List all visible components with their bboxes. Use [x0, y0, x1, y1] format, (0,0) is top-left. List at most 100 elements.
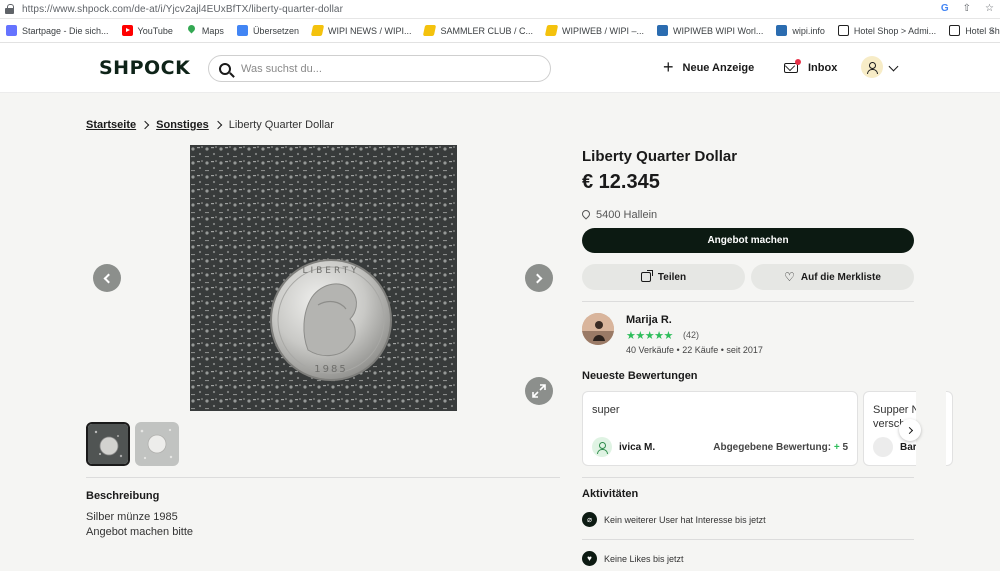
maps-icon: [186, 25, 197, 36]
bookmark-startpage[interactable]: Startpage - Die sich...: [6, 25, 109, 36]
wipi-icon: [310, 25, 325, 36]
reviews-title: Neueste Bewertungen: [582, 370, 698, 382]
chevron-left-icon: [103, 273, 114, 283]
review-text: super: [592, 404, 620, 416]
thumbnail-1[interactable]: [86, 422, 130, 466]
share-button[interactable]: Teilen: [582, 264, 745, 290]
search-bar[interactable]: [208, 55, 551, 82]
divider: [582, 539, 914, 540]
chevron-right-icon: [140, 120, 150, 130]
mail-icon: [784, 59, 801, 73]
browser-toolbar-icons: G ⇧ ☆: [941, 3, 994, 14]
check-icon: [949, 25, 961, 36]
description-line: Silber münze 1985: [86, 511, 178, 523]
bookmarks-more-icon[interactable]: »: [989, 25, 994, 35]
listing-location: 5400 Hallein: [580, 208, 657, 221]
breadcrumb-current: Liberty Quarter Dollar: [228, 119, 334, 131]
watchlist-button[interactable]: ♡ Auf die Merkliste: [751, 264, 914, 290]
tag-icon: ⌀: [582, 512, 597, 527]
thumbnail-image: [135, 422, 179, 466]
wipi-icon: [657, 25, 669, 36]
thumbnail-image: [88, 424, 128, 464]
heart-icon: ♡: [784, 270, 795, 284]
youtube-icon: [121, 25, 133, 36]
bookmark-hotel-shop-admin[interactable]: Hotel Shop > Admi...: [837, 25, 936, 36]
chevron-right-icon: [532, 273, 543, 283]
bookmark-maps[interactable]: Maps: [186, 25, 224, 36]
bookmark-wipiweb-world[interactable]: WIPIWEB WIPI Worl...: [657, 25, 763, 36]
breadcrumb: Startseite Sonstiges Liberty Quarter Dol…: [86, 119, 334, 131]
new-listing-button[interactable]: + Neue Anzeige: [663, 43, 754, 93]
breadcrumb-home[interactable]: Startseite: [86, 119, 136, 131]
listing-price: € 12.345: [582, 171, 660, 193]
seller-photo: [582, 313, 614, 345]
share-page-icon[interactable]: ⇧: [963, 3, 971, 14]
google-icon[interactable]: G: [941, 3, 949, 14]
wipi-icon: [423, 25, 437, 36]
coin-photo: LIBERTY 1985: [190, 145, 457, 411]
breadcrumb-category[interactable]: Sonstiges: [156, 119, 209, 131]
thumbnail-2[interactable]: [135, 422, 179, 466]
seller-review-count: (42): [683, 330, 700, 340]
heart-icon: ♥: [582, 551, 597, 566]
description-line: Angebot machen bitte: [86, 526, 194, 538]
bookmark-youtube[interactable]: YouTube: [121, 25, 173, 36]
chevron-right-icon: [213, 120, 222, 130]
wipi-icon: [544, 25, 559, 36]
seller-stats: 40 Verkäufe • 22 Käufe • seit 2017: [626, 345, 763, 355]
plus-icon: +: [663, 56, 674, 77]
info-icon: [776, 25, 788, 36]
chevron-down-icon[interactable]: [888, 61, 899, 72]
description-title: Beschreibung: [86, 490, 160, 502]
seller-name[interactable]: Marija R.: [626, 314, 672, 326]
expand-icon: [532, 384, 546, 398]
seller-rating-stars: ★★★★★: [626, 330, 673, 342]
image-next-button[interactable]: [525, 264, 553, 292]
chevron-right-icon: [905, 426, 913, 434]
user-icon: [867, 61, 878, 74]
review-card: super ivica M. Abgegebene Bewertung: + 5: [582, 391, 858, 466]
bookmark-star-icon[interactable]: ☆: [985, 3, 994, 14]
make-offer-button[interactable]: Angebot machen: [582, 228, 914, 253]
reviews-next-button[interactable]: [899, 419, 921, 441]
bookmark-wipiweb[interactable]: WIPIWEB / WIPI –...: [544, 25, 644, 36]
bookmark-wipi-news[interactable]: WIPI NEWS / WIPI...: [310, 25, 411, 36]
activities-title: Aktivitäten: [582, 488, 639, 500]
share-icon: [640, 270, 653, 282]
location-pin-icon: [580, 208, 592, 220]
inbox-button[interactable]: Inbox: [784, 43, 837, 93]
image-prev-button[interactable]: [93, 264, 121, 292]
divider: [582, 301, 914, 302]
address-url[interactable]: https://www.shpock.com/de-at/i/Yjcv2ajl4…: [22, 4, 343, 15]
activity-item: ♥ Keine Likes bis jetzt: [582, 551, 684, 566]
svg-text:1985: 1985: [314, 364, 347, 375]
bookmark-sammler-club[interactable]: SAMMLER CLUB / C...: [423, 25, 533, 36]
reviewer-name: ivica M.: [619, 442, 656, 453]
reviewer-avatar: [592, 437, 612, 457]
startpage-icon: [6, 25, 17, 36]
seller-avatar[interactable]: [582, 313, 614, 345]
svg-text:LIBERTY: LIBERTY: [302, 266, 359, 276]
user-icon: [597, 441, 608, 454]
lock-icon: [5, 4, 14, 14]
reviewer-avatar: [873, 437, 893, 457]
listing-title: Liberty Quarter Dollar: [582, 148, 738, 165]
browser-address-bar[interactable]: https://www.shpock.com/de-at/i/Yjcv2ajl4…: [0, 0, 1000, 19]
plus-icon: +: [833, 442, 840, 453]
search-icon: [219, 62, 231, 75]
user-avatar-button[interactable]: [861, 56, 883, 78]
site-header: SHPOCK + Neue Anzeige Inbox: [0, 43, 1000, 93]
notification-dot: [795, 59, 801, 65]
activity-item: ⌀ Kein weiterer User hat Interesse bis j…: [582, 512, 766, 527]
search-input[interactable]: [241, 62, 521, 75]
check-icon: [837, 25, 849, 36]
bookmark-wipi-info[interactable]: wipi.info: [776, 25, 825, 36]
bookmark-translate[interactable]: Übersetzen: [236, 25, 299, 36]
translate-icon: [236, 25, 248, 36]
product-main-image[interactable]: LIBERTY 1985: [190, 145, 457, 411]
divider: [86, 477, 560, 478]
expand-image-button[interactable]: [525, 377, 553, 405]
divider: [582, 477, 914, 478]
bookmarks-bar: Startpage - Die sich... YouTube Maps Übe…: [0, 19, 1000, 43]
shpock-logo[interactable]: SHPOCK: [99, 57, 190, 79]
